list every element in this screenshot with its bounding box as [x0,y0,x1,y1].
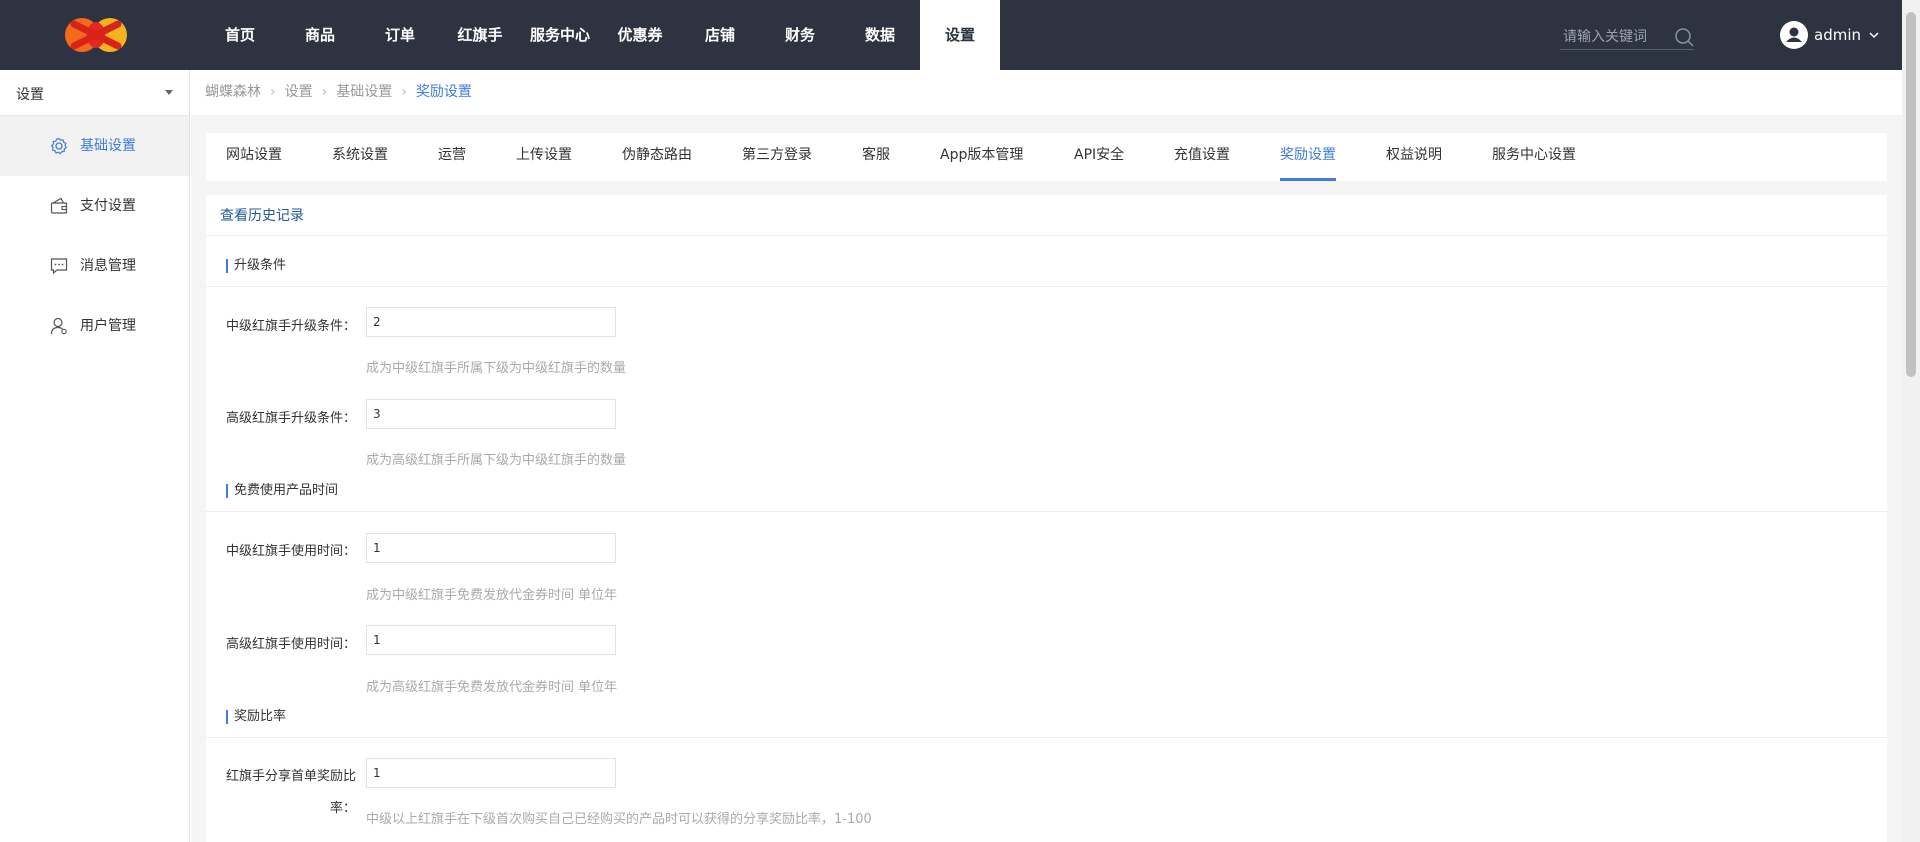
user-icon [50,317,67,335]
mid-usage-time-input[interactable] [366,533,616,563]
tab-app-version-management[interactable]: App版本管理 [940,133,1023,181]
settings-tabs: 网站设置 系统设置 运营 上传设置 伪静态路由 第三方登录 客服 App版本管理… [206,133,1887,181]
gear-icon [50,137,68,155]
sidebar-item-payment-settings[interactable]: 支付设置 [0,176,189,236]
breadcrumb-current: 奖励设置 [415,84,472,100]
sidebar-item-label: 基础设置 [80,138,136,154]
search-placeholder: 请输入关键词 [1563,29,1647,45]
tab-upload-settings[interactable]: 上传设置 [516,133,572,181]
sidebar-item-label: 消息管理 [80,258,136,274]
brand-logo[interactable] [60,12,132,58]
nav-settings[interactable]: 设置 [920,0,1000,70]
nav-stores[interactable]: 店铺 [680,0,760,70]
field-help: 成为中级红旗手所属下级为中级红旗手的数量 [366,361,627,376]
mid-upgrade-condition-input[interactable] [366,307,616,337]
field-help: 成为高级红旗手免费发放代金券时间 单位年 [366,680,618,695]
breadcrumb-separator: › [270,84,276,100]
nav-products[interactable]: 商品 [280,0,360,70]
breadcrumb-item[interactable]: 设置 [285,84,313,100]
caret-down-icon [165,90,173,95]
breadcrumb-separator: › [321,84,328,100]
tab-api-security[interactable]: API安全 [1074,133,1124,181]
wallet-icon [50,197,68,214]
sidebar-item-user-management[interactable]: 用户管理 [0,296,189,356]
field-label: 中级红旗手使用时间： [225,544,356,559]
field-help: 成为中级红旗手免费发放代金券时间 单位年 [366,588,618,603]
nav-home[interactable]: 首页 [200,0,280,70]
page-scrollbar[interactable] [1902,0,1920,842]
scrollbar-thumb[interactable] [1906,12,1916,377]
breadcrumb-item[interactable]: 蝴蝶森林 [205,84,261,100]
reward-settings-form: 查看历史记录 升级条件 中级红旗手升级条件： 成为中级红旗手所属下级为中级红旗手… [206,195,1887,842]
user-menu[interactable]: admin [1780,21,1879,49]
tab-recharge-settings[interactable]: 充值设置 [1174,133,1230,181]
sidebar-item-label: 用户管理 [80,318,136,334]
share-first-order-reward-rate-input[interactable] [366,758,616,788]
breadcrumb: 蝴蝶森林 › 设置 › 基础设置 › 奖励设置 [191,70,1902,115]
divider [206,235,1887,236]
section-title: 奖励比率 [226,710,286,724]
tab-website-settings[interactable]: 网站设置 [226,133,282,181]
field-label: 高级红旗手使用时间： [225,637,356,652]
nav-flagbearers[interactable]: 红旗手 [440,0,520,70]
tab-reward-settings[interactable]: 奖励设置 [1280,133,1336,181]
top-header: 首页 商品 订单 红旗手 服务中心 优惠券 店铺 财务 数据 设置 请输入关键词… [0,0,1902,70]
field-label: 率： [329,801,356,816]
divider [206,737,1887,738]
search-icon[interactable] [1674,27,1694,47]
section-title: 免费使用产品时间 [226,484,338,498]
divider [206,511,1887,512]
main-nav: 首页 商品 订单 红旗手 服务中心 优惠券 店铺 财务 数据 设置 [200,0,1000,70]
chevron-down-icon [1869,32,1879,39]
senior-usage-time-input[interactable] [366,625,616,655]
field-label: 高级红旗手升级条件： [225,411,356,426]
nav-coupons[interactable]: 优惠券 [600,0,680,70]
tab-system-settings[interactable]: 系统设置 [332,133,388,181]
divider [206,286,1887,287]
message-icon [50,258,68,275]
avatar [1780,21,1808,49]
search-input[interactable]: 请输入关键词 [1560,22,1694,50]
tab-third-party-login[interactable]: 第三方登录 [742,133,812,181]
tab-customer-service[interactable]: 客服 [862,133,890,181]
tab-operations[interactable]: 运营 [438,133,466,181]
sidebar: 设置 基础设置 支付设置 消息管理 用户管理 [0,70,190,842]
field-label: 中级红旗手升级条件： [225,319,356,334]
username: admin [1814,26,1861,44]
nav-service-center[interactable]: 服务中心 [520,0,600,70]
sidebar-select[interactable]: 设置 [0,70,189,116]
tab-service-center-settings[interactable]: 服务中心设置 [1492,133,1576,181]
field-help: 中级以上红旗手在下级首次购买自己已经购买的产品时可以获得的分享奖励比率，1-10… [366,812,872,827]
nav-orders[interactable]: 订单 [360,0,440,70]
sidebar-item-message-management[interactable]: 消息管理 [0,236,189,296]
breadcrumb-separator: › [401,84,407,100]
nav-finance[interactable]: 财务 [760,0,840,70]
field-help: 成为高级红旗手所属下级为中级红旗手的数量 [366,453,627,468]
sidebar-select-label: 设置 [16,87,44,103]
tab-benefits-description[interactable]: 权益说明 [1386,133,1442,181]
section-title: 升级条件 [226,259,286,273]
tab-pseudo-static-routes[interactable]: 伪静态路由 [622,133,692,181]
nav-data[interactable]: 数据 [840,0,920,70]
view-history-link[interactable]: 查看历史记录 [220,205,304,225]
senior-upgrade-condition-input[interactable] [366,399,616,429]
field-label: 红旗手分享首单奖励比 [225,769,356,784]
user-avatar-icon [1786,27,1802,42]
sidebar-item-label: 支付设置 [80,198,136,214]
breadcrumb-item[interactable]: 基础设置 [336,84,392,100]
sidebar-item-basic-settings[interactable]: 基础设置 [0,116,189,176]
